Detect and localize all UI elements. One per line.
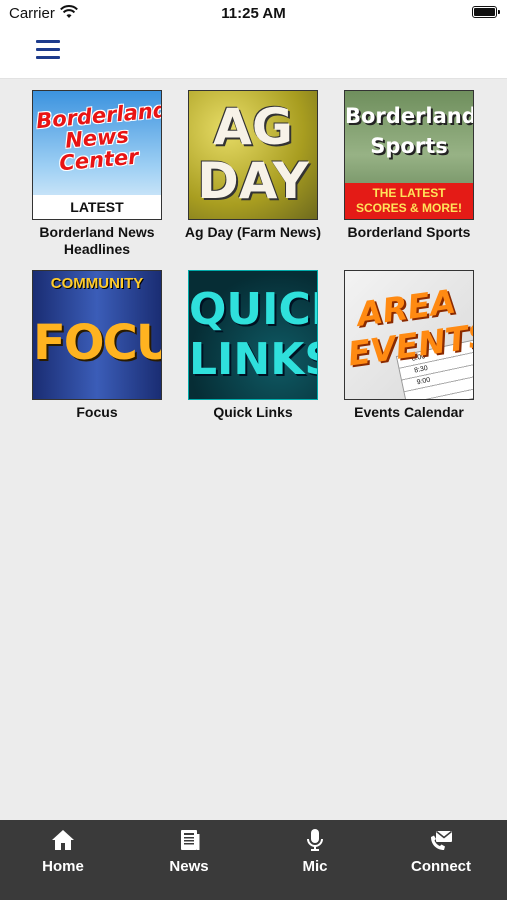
tile-quick-links[interactable]: QUICK LINKS Quick Links [175,270,331,421]
bottom-tab-bar: Home News Mic Connect [0,820,507,900]
tile-label: Ag Day (Farm News) [184,224,322,240]
thumb-line2: FOCUS [33,315,161,371]
thumb-band: LATEST HEADLINES [33,195,161,219]
newspaper-icon [181,830,200,850]
tab-label: Connect [411,858,471,875]
home-icon [52,830,74,850]
tile-borderland-news[interactable]: Borderland News Center LATEST HEADLINES … [19,90,175,258]
borderland-news-thumbnail: Borderland News Center LATEST HEADLINES [32,90,162,220]
thumb-line1: QUICK [189,284,317,335]
tab-home[interactable]: Home [0,820,126,900]
borderland-sports-thumbnail: Borderland Sports THE LATEST SCORES & MO… [344,90,474,220]
tab-news[interactable]: News [126,820,252,900]
tile-ag-day[interactable]: AG DAY Ag Day (Farm News) [175,90,331,241]
status-bar: Carrier 11:25 AM [0,0,507,28]
thumb-line1: Borderland [345,104,474,128]
tab-label: Mic [302,858,328,875]
thumb-title: Borderland News Center [35,98,161,176]
thumb-line2: DAY [197,152,309,210]
tile-events-calendar[interactable]: 8:00 8:30 9:00 AREA EVENTS Events Calend… [331,270,487,421]
community-focus-thumbnail: COMMUNITY FOCUS [32,270,162,400]
tab-label: Home [42,858,84,875]
thumb-line1: COMMUNITY [50,275,144,292]
envelope-phone-icon [431,830,452,850]
hamburger-icon[interactable] [36,40,60,60]
tile-label: Quick Links [213,404,293,420]
clock-time: 11:25 AM [221,5,286,22]
thumb-band: THE LATEST SCORES & MORE! [345,183,473,219]
thumb-title: Borderland Sports [345,101,473,161]
thumb-line1: AG [213,98,293,156]
quick-links-thumbnail: QUICK LINKS [188,270,318,400]
thumb-line2: News Center [58,123,140,176]
thumb-band-line2: SCORES & MORE! [355,201,462,215]
tile-label: Borderland News Headlines [39,224,155,257]
tab-connect[interactable]: Connect [378,820,504,900]
top-navbar [0,28,507,79]
sheet-time-3: 9:00 [416,376,431,387]
tab-mic[interactable]: Mic [252,820,378,900]
sheet-time-2: 8:30 [413,364,429,375]
thumb-band-line1: THE LATEST [372,186,446,200]
tile-label: Events Calendar [354,404,464,420]
battery-icon [472,6,500,18]
tile-label: Borderland Sports [347,224,471,240]
area-events-thumbnail: 8:00 8:30 9:00 AREA EVENTS [344,270,474,400]
tile-borderland-sports[interactable]: Borderland Sports THE LATEST SCORES & MO… [331,90,487,241]
microphone-icon [307,829,323,851]
tile-label: Focus [76,404,118,420]
thumb-line2: LINKS [189,334,317,385]
tile-focus[interactable]: COMMUNITY FOCUS Focus [19,270,175,421]
thumb-line2: Sports [370,134,448,158]
tab-label: News [169,858,209,875]
ag-day-thumbnail: AG DAY [188,90,318,220]
thumb-title: QUICK LINKS [189,285,317,385]
